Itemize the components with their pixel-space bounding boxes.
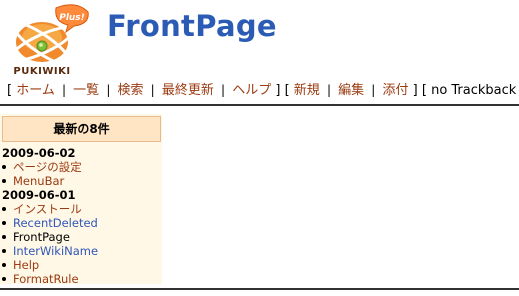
nav-edit-link[interactable]: 編集 (338, 83, 364, 98)
recent-date: 2009-06-01 (2, 188, 76, 202)
recent-item-link[interactable]: インストール (13, 202, 82, 216)
bullet-icon (2, 164, 6, 169)
nav-recent-link[interactable]: 最終更新 (162, 83, 214, 98)
recent-item: MenuBar (0, 174, 64, 188)
recent-date: 2009-06-02 (2, 146, 76, 160)
nav-bracket-open: [ (421, 83, 427, 98)
recent-item-link[interactable]: MenuBar (13, 174, 64, 188)
bullet-icon (2, 276, 6, 281)
recent-item: インストール (0, 202, 82, 216)
recent-item: FrontPage (0, 230, 70, 244)
nav-separator: | (150, 83, 155, 97)
recent-item-link[interactable]: RecentDeleted (13, 216, 98, 230)
recent-item: ページの設定 (0, 160, 82, 174)
footer-divider (0, 288, 519, 290)
nav-separator: | (371, 83, 376, 97)
page-title[interactable]: FrontPage (107, 9, 277, 43)
navigation-bar: [ ホーム | 一覧 | 検索 | 最終更新 | ヘルプ ] [ 新規 | 編集… (7, 80, 517, 101)
bullet-icon (2, 262, 6, 267)
nav-bracket-open: [ (284, 83, 290, 98)
recent-item: RecentDeleted (0, 216, 98, 230)
recent-item: InterWikiName (0, 244, 98, 258)
nav-separator: | (106, 83, 111, 97)
nav-attach-link[interactable]: 添付 (382, 83, 408, 98)
header-divider (0, 104, 519, 106)
bullet-icon (2, 178, 6, 183)
nav-bracket-open: [ (7, 83, 13, 98)
nav-search-link[interactable]: 検索 (118, 83, 144, 98)
bullet-icon (2, 206, 6, 211)
bullet-icon (2, 248, 6, 253)
nav-separator: | (221, 83, 226, 97)
bullet-icon (2, 234, 6, 239)
nav-list-link[interactable]: 一覧 (73, 83, 99, 98)
logo-badge-text: Plus! (59, 13, 85, 23)
recent-item-link[interactable]: Help (13, 258, 39, 272)
nav-bracket-close: ] (275, 83, 281, 98)
nav-trackback-text: no Trackback (431, 83, 517, 98)
recent-item-link[interactable]: ページの設定 (13, 160, 82, 174)
logo-wordmark: PUKIWIKI (13, 66, 70, 76)
nav-separator: | (326, 83, 331, 97)
nav-new-link[interactable]: 新規 (294, 83, 320, 98)
nav-help-link[interactable]: ヘルプ (232, 83, 271, 98)
recent-item: FormatRule (0, 272, 79, 286)
recent-item-current: FrontPage (13, 230, 70, 244)
nav-bracket-close: ] (412, 83, 418, 98)
recent-item-link[interactable]: FormatRule (13, 272, 79, 286)
bullet-icon (2, 220, 6, 225)
pukiwiki-logo-graphic: Plus! PUKIWIKI (9, 4, 89, 76)
recent-item-link[interactable]: InterWikiName (13, 244, 98, 258)
pukiwiki-logo[interactable]: Plus! PUKIWIKI (4, 2, 92, 76)
recent-changes-heading: 最新の8件 (2, 116, 161, 142)
nav-separator: | (61, 83, 67, 97)
nav-home-link[interactable]: ホーム (16, 83, 55, 98)
recent-item: Help (0, 258, 39, 272)
sidebar-menubar: 最新の8件 2009-06-02 ページの設定 MenuBar 2009-06-… (0, 114, 162, 286)
